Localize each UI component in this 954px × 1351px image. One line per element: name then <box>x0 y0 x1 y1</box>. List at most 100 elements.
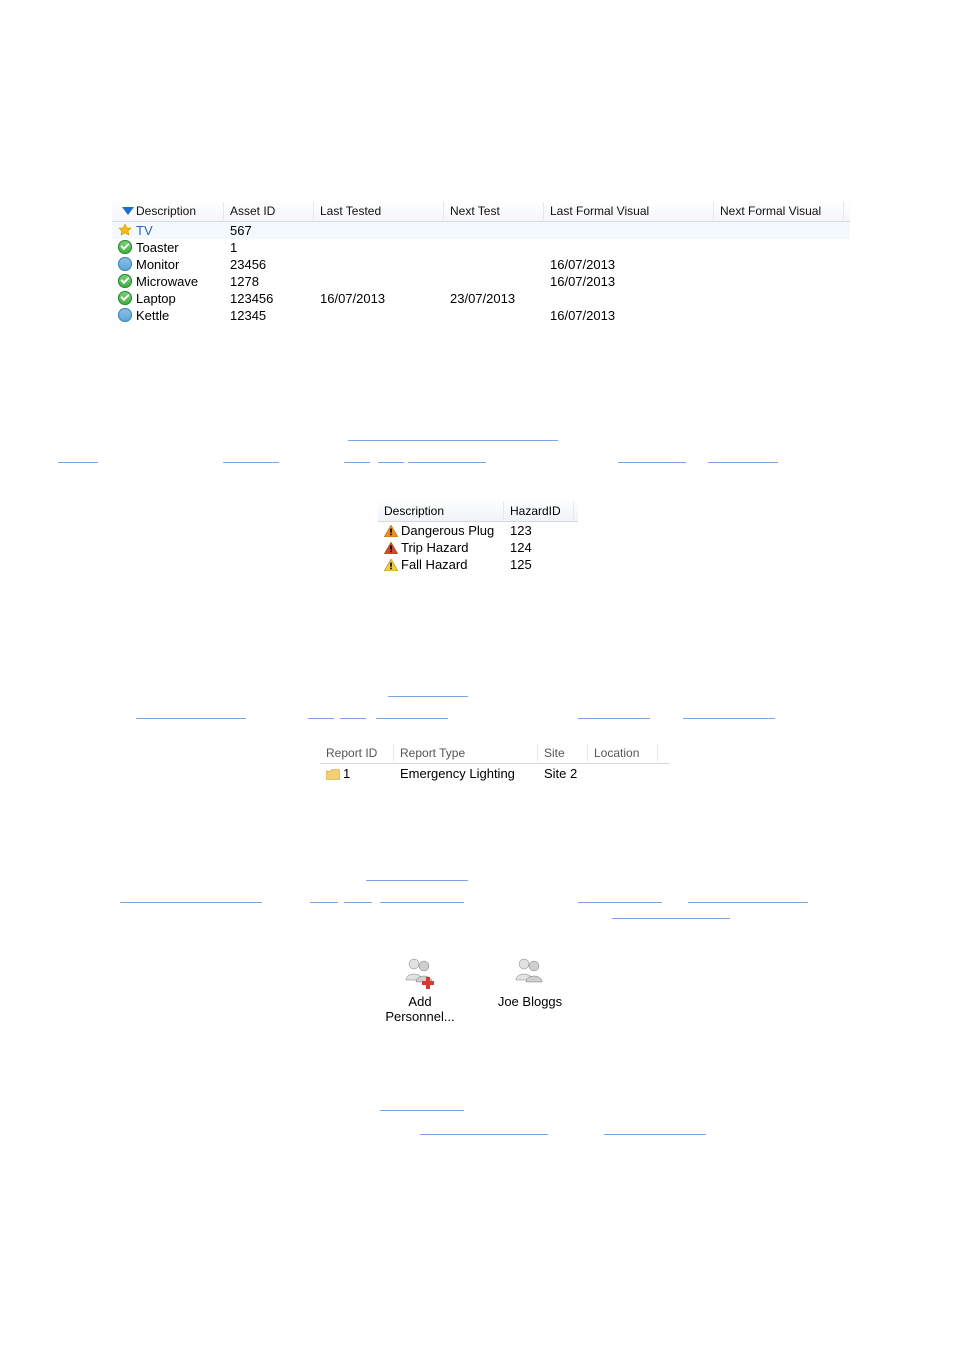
table-row[interactable]: 1 Emergency LightingSite 2 <box>320 764 670 783</box>
hazard-id: 123 <box>504 523 574 538</box>
asset-description-text: Laptop <box>136 291 176 306</box>
asset-description: Microwave <box>112 274 224 289</box>
warning-icon <box>384 542 398 554</box>
asset-description: Kettle <box>112 308 224 323</box>
hazard-id: 124 <box>504 540 574 555</box>
info-icon <box>118 257 132 271</box>
filter-column-description[interactable]: Description <box>112 202 224 220</box>
asset-description-text: TV <box>136 223 153 238</box>
hazards-table: Description HazardID Dangerous Plug123Tr… <box>378 500 578 573</box>
table-row[interactable]: Dangerous Plug 123 <box>378 522 578 539</box>
personnel-item[interactable]: Joe Bloggs <box>492 955 568 1025</box>
col-asset-id[interactable]: Asset ID <box>224 202 314 220</box>
col-report-type[interactable]: Report Type <box>394 744 538 762</box>
table-row[interactable]: Laptop 12345616/07/201323/07/2013 <box>112 290 850 307</box>
pass-icon <box>118 274 132 288</box>
last-formal-visual <box>544 291 714 306</box>
reports-header: Report ID Report Type Site Location <box>320 742 670 764</box>
hazard-description: Fall Hazard <box>378 557 504 572</box>
table-row[interactable]: Microwave 1278 16/07/2013 <box>112 273 850 290</box>
filter-icon <box>122 207 134 215</box>
table-row[interactable]: Fall Hazard 125 <box>378 556 578 573</box>
table-row[interactable]: Kettle 12345 16/07/2013 <box>112 307 850 324</box>
last-formal-visual <box>544 223 714 238</box>
folder-icon <box>326 768 340 779</box>
next-formal-visual <box>714 308 844 323</box>
personnel-name: Joe Bloggs <box>498 995 562 1010</box>
next-formal-visual <box>714 257 844 272</box>
report-id: 1 <box>320 766 394 781</box>
next-formal-visual <box>714 274 844 289</box>
report-site: Site 2 <box>538 766 588 781</box>
last-tested <box>314 257 444 272</box>
next-test <box>444 308 544 323</box>
reports-table: Report ID Report Type Site Location 1 Eme… <box>320 742 670 783</box>
col-next-formal-visual[interactable]: Next Formal Visual <box>714 202 844 220</box>
asset-id: 567 <box>224 223 314 238</box>
next-formal-visual <box>714 223 844 238</box>
last-formal-visual: 16/07/2013 <box>544 274 714 289</box>
hazards-header: Description HazardID <box>378 500 578 522</box>
last-tested <box>314 274 444 289</box>
hazard-description-text: Trip Hazard <box>401 540 468 555</box>
table-row[interactable]: Trip Hazard 124 <box>378 539 578 556</box>
personnel-group: Add Personnel... Joe Bloggs <box>382 955 568 1025</box>
report-id-text: 1 <box>343 766 350 781</box>
assets-header: Description Asset ID Last Tested Next Te… <box>112 200 850 222</box>
last-tested <box>314 223 444 238</box>
asset-description-text: Kettle <box>136 308 169 323</box>
asset-description: Monitor <box>112 257 224 272</box>
asset-rows: TV567Toaster1Monitor2345616/07/2013Micro… <box>112 222 850 324</box>
asset-description-text: Toaster <box>136 240 179 255</box>
report-type: Emergency Lighting <box>394 766 538 781</box>
last-tested <box>314 240 444 255</box>
table-row[interactable]: Monitor 23456 16/07/2013 <box>112 256 850 273</box>
next-test <box>444 223 544 238</box>
asset-description: TV <box>112 223 224 238</box>
star-icon <box>118 223 132 237</box>
table-row[interactable]: Toaster 1 <box>112 239 850 256</box>
col-hazard-description[interactable]: Description <box>378 502 504 520</box>
col-last-tested[interactable]: Last Tested <box>314 202 444 220</box>
next-test <box>444 240 544 255</box>
report-location <box>588 766 658 781</box>
last-formal-visual: 16/07/2013 <box>544 308 714 323</box>
asset-id: 1 <box>224 240 314 255</box>
warning-icon <box>384 525 398 537</box>
asset-id: 123456 <box>224 291 314 306</box>
hazard-description-text: Fall Hazard <box>401 557 467 572</box>
hazard-description: Dangerous Plug <box>378 523 504 538</box>
asset-id: 12345 <box>224 308 314 323</box>
next-test: 23/07/2013 <box>444 291 544 306</box>
hazard-id: 125 <box>504 557 574 572</box>
last-formal-visual: 16/07/2013 <box>544 257 714 272</box>
asset-description: Laptop <box>112 291 224 306</box>
asset-description-text: Monitor <box>136 257 179 272</box>
col-site[interactable]: Site <box>538 744 588 762</box>
assets-table: Description Asset ID Last Tested Next Te… <box>112 200 850 324</box>
hazard-description-text: Dangerous Plug <box>401 523 494 538</box>
people-icon <box>512 955 548 991</box>
next-formal-visual <box>714 291 844 306</box>
next-formal-visual <box>714 240 844 255</box>
add-personnel-label: Add Personnel... <box>382 995 458 1025</box>
last-tested: 16/07/2013 <box>314 291 444 306</box>
next-test <box>444 274 544 289</box>
people-add-icon <box>402 955 438 991</box>
hazard-description: Trip Hazard <box>378 540 504 555</box>
report-rows: 1 Emergency LightingSite 2 <box>320 764 670 783</box>
col-location[interactable]: Location <box>588 744 658 762</box>
table-row[interactable]: TV 567 <box>112 222 850 239</box>
col-report-id[interactable]: Report ID <box>320 744 394 762</box>
last-tested <box>314 308 444 323</box>
asset-id: 1278 <box>224 274 314 289</box>
asset-id: 23456 <box>224 257 314 272</box>
col-next-test[interactable]: Next Test <box>444 202 544 220</box>
pass-icon <box>118 240 132 254</box>
col-description-label: Description <box>136 204 196 218</box>
asset-description: Toaster <box>112 240 224 255</box>
add-personnel-button[interactable]: Add Personnel... <box>382 955 458 1025</box>
asset-description-text: Microwave <box>136 274 198 289</box>
col-last-formal-visual[interactable]: Last Formal Visual <box>544 202 714 220</box>
col-hazard-id[interactable]: HazardID <box>504 502 574 520</box>
